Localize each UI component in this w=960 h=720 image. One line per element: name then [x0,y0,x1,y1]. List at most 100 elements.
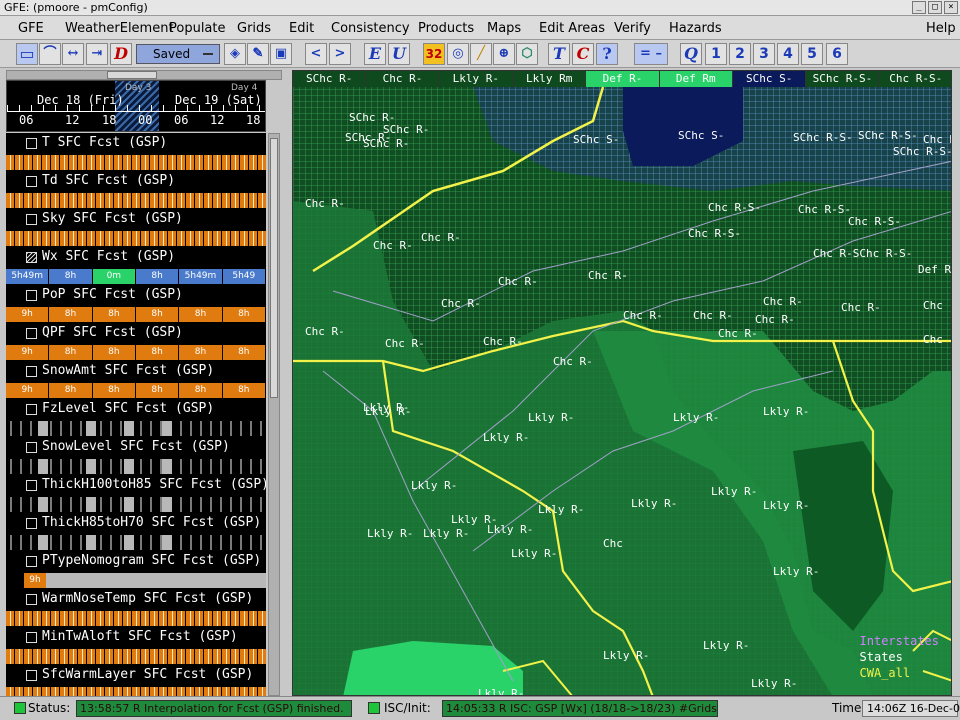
status-message[interactable]: 13:58:57 R Interpolation for Fcst (GSP) … [76,700,352,717]
target-icon[interactable]: ◎ [447,43,469,65]
grid-time-strip[interactable] [6,421,266,436]
bookmark-6-button[interactable]: 6 [826,43,848,65]
bookmark-4-button[interactable]: 4 [777,43,799,65]
isc-message[interactable]: 14:05:33 R ISC: GSP [Wx] (18/18->18/23) … [442,700,718,717]
grid-cell[interactable]: 9h [24,573,46,588]
weather-element-row[interactable]: Td SFC Fcst (GSP) [6,171,266,209]
save-state-dropdown[interactable]: Saved [136,44,220,64]
grid-block[interactable] [38,459,48,474]
grid-block[interactable] [124,497,134,512]
grid-time-strip[interactable] [6,193,266,208]
grid-block[interactable] [162,535,172,550]
menu-gfe[interactable]: GFE [18,21,44,36]
grid-cell[interactable]: 8h [49,269,93,284]
q-button[interactable]: Q [680,43,702,65]
grid-cell[interactable]: 8h [179,345,223,360]
element-header[interactable]: ThickH85toH70 SFC Fcst (GSP) [6,513,266,535]
delete-button[interactable]: D [110,43,132,65]
grid-time-strip[interactable]: 9h 8h 8h 8h 8h 8h [6,383,266,398]
element-checkbox[interactable] [26,138,37,149]
grid-block[interactable] [162,459,172,474]
element-header[interactable]: Wx SFC Fcst (GSP) [6,247,266,269]
menu-grids[interactable]: Grids [237,21,271,36]
grid-time-strip[interactable] [6,459,266,474]
element-header[interactable]: Sky SFC Fcst (GSP) [6,209,266,231]
grid-cell[interactable]: 8h [92,307,136,322]
close-button[interactable]: × [944,1,958,14]
legend-cwa[interactable]: CWA_all [860,665,939,681]
eye-icon[interactable]: ◈ [224,43,246,65]
element-header[interactable]: PoP SFC Fcst (GSP) [6,285,266,307]
grid-cell[interactable]: 9h [6,307,50,322]
element-header[interactable]: SnowAmt SFC Fcst (GSP) [6,361,266,383]
element-header[interactable]: T SFC Fcst (GSP) [6,133,266,155]
grid-block[interactable] [86,421,96,436]
grid-block[interactable] [38,497,48,512]
adjust-tool-icon[interactable]: ⇥ [86,43,108,65]
bookmark-1-button[interactable]: 1 [705,43,727,65]
grid-block[interactable] [38,421,48,436]
element-checkbox[interactable] [26,480,37,491]
element-checkbox[interactable] [26,290,37,301]
weather-element-row[interactable]: PoP SFC Fcst (GSP) 9h 8h 8h 8h 8h 8h [6,285,266,323]
weather-element-row[interactable]: WarmNoseTemp SFC Fcst (GSP) [6,589,266,627]
t-button[interactable]: T [548,43,570,65]
menu-consistency[interactable]: Consistency [331,21,410,36]
grid-cell[interactable]: 9h [6,383,50,398]
weather-element-row[interactable]: SnowAmt SFC Fcst (GSP) 9h 8h 8h 8h 8h 8h [6,361,266,399]
grid-time-strip[interactable] [6,497,266,512]
grid-cell[interactable]: 5h49m [6,269,50,284]
grid-cell[interactable]: 8h [222,345,266,360]
menu-products[interactable]: Products [418,21,474,36]
legend-interstates[interactable]: Interstates [860,633,939,649]
circle-split-icon[interactable]: ⊕ [493,43,515,65]
grid-cell[interactable]: 5h49 [222,269,266,284]
pencil-icon[interactable]: ✎ [247,43,269,65]
prev-arrow-icon[interactable]: < [305,43,327,65]
weather-element-row[interactable]: PTypeNomogram SFC Fcst (GSP) 9h [6,551,266,589]
element-checkbox[interactable] [26,518,37,529]
grid-block[interactable] [86,497,96,512]
map-canvas[interactable] [293,71,952,696]
weather-element-row[interactable]: ThickH100toH85 SFC Fcst (GSP) [6,475,266,513]
grid-cell[interactable]: 8h [135,269,180,284]
grid-block[interactable] [162,421,172,436]
weather-element-row[interactable]: SfcWarmLayer SFC Fcst (GSP) [6,665,266,696]
grid-time-strip[interactable] [6,155,266,170]
legend-states[interactable]: States [860,649,939,665]
next-arrow-icon[interactable]: > [329,43,351,65]
menu-edit-areas[interactable]: Edit Areas [539,21,605,36]
grid-time-strip[interactable] [6,231,266,246]
move-tool-icon[interactable]: ↔ [62,43,84,65]
element-header[interactable]: PTypeNomogram SFC Fcst (GSP) [6,551,266,573]
grid-cell[interactable]: 8h [92,345,136,360]
grid-cell[interactable]: 8h [179,383,223,398]
time-scrollbar-thumb[interactable] [107,71,157,79]
time-scrollbar[interactable] [6,70,282,80]
grid-time-strip[interactable] [6,649,266,664]
element-header[interactable]: WarmNoseTemp SFC Fcst (GSP) [6,589,266,611]
weather-element-row[interactable]: FzLevel SFC Fcst (GSP) [6,399,266,437]
menu-maps[interactable]: Maps [487,21,521,36]
c-button[interactable]: C [572,43,594,65]
floppy-save-icon[interactable]: ▣ [270,43,292,65]
grid-cell[interactable]: 9h [6,345,50,360]
element-checkbox[interactable] [26,176,37,187]
grid-block[interactable] [86,459,96,474]
grid-block[interactable] [162,497,172,512]
grid-cell[interactable]: 8h [179,307,223,322]
element-checkbox[interactable] [26,404,37,415]
time-scale[interactable]: Day 3 Day 4 Dec 18 (Fri) Dec 19 (Sat) 06… [6,80,266,132]
grid-cell[interactable]: 8h [135,307,180,322]
grid-cell[interactable]: 5h49m [179,269,223,284]
element-checkbox[interactable] [26,632,37,643]
help-button[interactable]: ? [596,43,618,65]
element-list-scrollbar[interactable] [268,133,280,696]
contour-tool-icon[interactable]: ⌒ [39,43,61,65]
grid-cell[interactable]: 8h [49,345,93,360]
grid-cell[interactable]: 8h [222,383,266,398]
shape-icon[interactable]: ⬡ [516,43,538,65]
element-checkbox[interactable] [26,670,37,681]
element-header[interactable]: FzLevel SFC Fcst (GSP) [6,399,266,421]
bookmark-2-button[interactable]: 2 [729,43,751,65]
